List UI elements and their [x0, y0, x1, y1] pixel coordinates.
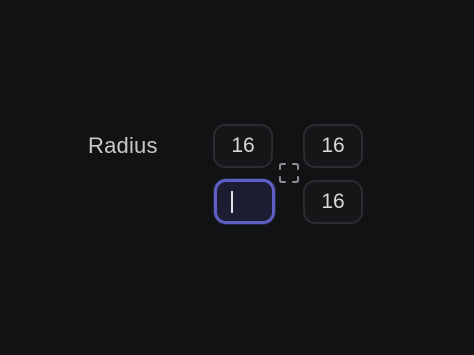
radius-bottom-left-input[interactable] — [214, 179, 275, 224]
radius-bottom-right-value: 16 — [321, 190, 345, 213]
radius-top-right-input[interactable]: 16 — [303, 124, 363, 168]
corners-link-icon[interactable] — [278, 162, 300, 184]
text-caret — [231, 190, 233, 213]
radius-top-left-input[interactable]: 16 — [213, 124, 273, 168]
radius-bottom-right-input[interactable]: 16 — [303, 180, 363, 224]
radius-top-left-value: 16 — [231, 134, 255, 157]
radius-label: Radius — [88, 133, 158, 158]
radius-top-right-value: 16 — [321, 134, 345, 157]
